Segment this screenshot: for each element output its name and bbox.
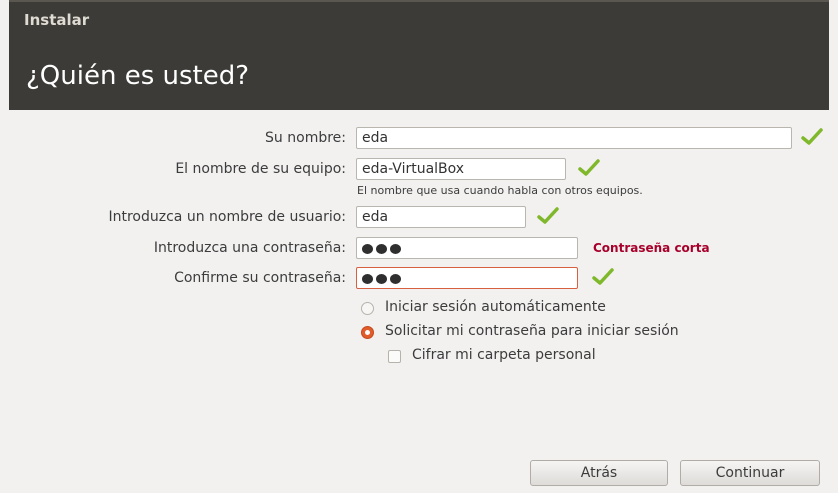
computer-name-label: El nombre de su equipo: bbox=[175, 161, 346, 177]
continue-button[interactable]: Continuar bbox=[680, 460, 820, 486]
computer-name-hint: El nombre que usa cuando habla con otros… bbox=[357, 184, 643, 197]
username-label: Introduzca un nombre de usuario: bbox=[108, 209, 346, 225]
page-title: ¿Quién es usted? bbox=[26, 61, 250, 91]
auto-login-label[interactable]: Iniciar sesión automáticamente bbox=[385, 299, 606, 315]
name-label: Su nombre: bbox=[265, 130, 346, 146]
checkmark-icon bbox=[537, 207, 559, 224]
password-error: Contraseña corta bbox=[593, 241, 710, 255]
window-title: Instalar bbox=[24, 11, 90, 29]
password-field[interactable] bbox=[356, 237, 578, 259]
password-label: Introduzca una contraseña: bbox=[153, 240, 346, 256]
username-field[interactable]: eda bbox=[356, 206, 526, 228]
checkmark-icon bbox=[801, 128, 823, 145]
installer-window: Instalar ¿Quién es usted? Su nombre: eda… bbox=[0, 0, 838, 493]
confirm-password-field[interactable] bbox=[356, 267, 578, 289]
password-mask bbox=[362, 242, 401, 256]
confirm-password-mask bbox=[362, 272, 401, 286]
checkmark-icon bbox=[592, 268, 614, 285]
encrypt-home-checkbox[interactable] bbox=[388, 350, 401, 363]
encrypt-home-label[interactable]: Cifrar mi carpeta personal bbox=[412, 347, 596, 363]
computer-name-field[interactable]: eda-VirtualBox bbox=[356, 158, 566, 180]
require-password-radio[interactable] bbox=[361, 326, 374, 339]
confirm-password-label: Confirme su contraseña: bbox=[174, 270, 346, 286]
back-button[interactable]: Atrás bbox=[530, 460, 668, 486]
header-border bbox=[9, 0, 829, 2]
name-field[interactable]: eda bbox=[356, 127, 792, 149]
require-password-label[interactable]: Solicitar mi contraseña para iniciar ses… bbox=[385, 323, 679, 339]
header bbox=[9, 0, 829, 110]
auto-login-radio[interactable] bbox=[361, 302, 374, 315]
checkmark-icon bbox=[578, 159, 600, 176]
